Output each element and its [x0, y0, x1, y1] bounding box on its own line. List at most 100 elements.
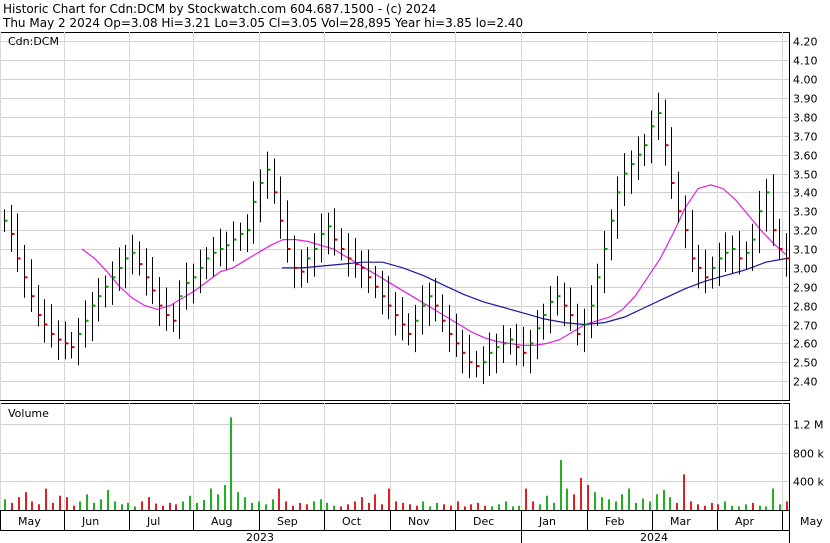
volume-bar: [11, 502, 13, 510]
volume-bar: [306, 504, 308, 510]
volume-bar: [134, 506, 136, 510]
volume-bar: [175, 504, 177, 510]
month-label: Aug: [211, 515, 232, 528]
volume-bar: [285, 501, 287, 510]
volume-bar: [361, 497, 363, 510]
price-tick-label: 2.70: [793, 320, 818, 333]
volume-bar: [347, 504, 349, 510]
volume-bar: [683, 474, 685, 510]
volume-bar: [498, 504, 500, 510]
volume-bar: [368, 502, 370, 510]
price-tick-label: 3.00: [793, 263, 818, 276]
price-tick-label: 3.30: [793, 206, 818, 219]
volume-bar: [45, 488, 47, 510]
volume-bar: [697, 504, 699, 510]
volume-bar: [31, 501, 33, 510]
volume-bar: [66, 497, 68, 510]
volume-bar: [155, 503, 157, 510]
volume-bar: [690, 501, 692, 510]
volume-bar: [141, 501, 143, 510]
month-label: Apr: [735, 515, 755, 528]
month-label: Oct: [342, 515, 362, 528]
volume-bar: [402, 502, 404, 510]
price-tick-label: 3.80: [793, 112, 818, 125]
price-tick-label: 2.60: [793, 338, 818, 351]
volume-bar: [374, 494, 376, 510]
month-label: May: [18, 515, 41, 528]
volume-bar: [217, 494, 219, 510]
volume-bar: [189, 495, 191, 510]
volume-bar: [395, 501, 397, 510]
volume-bar: [566, 488, 568, 510]
price-tick-label: 3.90: [793, 93, 818, 106]
volume-bar: [443, 504, 445, 510]
volume-bar: [470, 504, 472, 510]
volume-bar: [786, 501, 788, 510]
month-label: Feb: [605, 515, 624, 528]
volume-bar: [251, 502, 253, 510]
volume-bar: [779, 504, 781, 510]
volume-bar: [656, 494, 658, 510]
volume-bar: [717, 504, 719, 510]
volume-bar: [422, 501, 424, 510]
stock-chart: Historic Chart for Cdn:DCM by Stockwatch…: [0, 2, 824, 543]
volume-bar: [765, 506, 767, 510]
volume-bar: [450, 505, 452, 510]
volume-bar: [635, 502, 637, 510]
volume-bar: [107, 490, 109, 510]
volume-bar: [326, 502, 328, 510]
volume-bar: [738, 506, 740, 510]
volume-tick-label: 400 k: [793, 476, 824, 489]
price-grid: [0, 32, 790, 401]
price-tick-label: 3.20: [793, 225, 818, 238]
volume-bar: [272, 499, 274, 510]
volume-bar: [745, 504, 747, 510]
volume-bar: [237, 492, 239, 510]
price-tick-label: 2.90: [793, 282, 818, 295]
volume-bar: [711, 502, 713, 510]
volume-bar: [772, 488, 774, 510]
month-label: May: [800, 515, 823, 528]
chart-header-title: Historic Chart for Cdn:DCM by Stockwatch…: [3, 2, 436, 16]
volume-bar: [416, 505, 418, 510]
volume-bar: [121, 504, 123, 510]
volume-bar: [676, 502, 678, 510]
volume-bar: [436, 502, 438, 510]
price-tick-label: 2.80: [793, 301, 818, 314]
volume-bar: [196, 502, 198, 510]
month-label: Dec: [473, 515, 494, 528]
volume-bar: [615, 501, 617, 510]
volume-bar: [148, 497, 150, 510]
volume-bar: [169, 502, 171, 510]
volume-bar: [100, 499, 102, 510]
volume-bar: [525, 488, 527, 510]
price-tick-label: 4.10: [793, 55, 818, 68]
year-label-2024: 2024: [640, 531, 668, 543]
volume-bar: [18, 497, 20, 510]
volume-bar: [464, 506, 466, 510]
volume-bar: [505, 501, 507, 510]
volume-tick-label: 1.2 M: [793, 419, 823, 432]
volume-bar: [484, 505, 486, 510]
price-tick-label: 4.00: [793, 74, 818, 87]
volume-bar: [409, 504, 411, 510]
volume-bar: [333, 505, 335, 510]
volume-tick-label: 800 k: [793, 448, 824, 461]
volume-bar: [642, 498, 644, 510]
volume-bar: [38, 504, 40, 510]
volume-bar: [52, 502, 54, 510]
volume-panel-frame: [0, 403, 790, 511]
volume-bar: [539, 504, 541, 510]
volume-bar: [354, 501, 356, 510]
volume-bar: [731, 505, 733, 510]
volume-bar: [4, 499, 6, 510]
volume-bar: [127, 502, 129, 510]
volume-bar: [477, 502, 479, 510]
volume-bar: [313, 501, 315, 510]
price-tick-label: 4.20: [793, 36, 818, 49]
volume-panel-title: Volume: [8, 407, 49, 420]
volume-bar: [587, 485, 589, 510]
volume-bar: [669, 497, 671, 510]
volume-bar: [162, 505, 164, 510]
month-label: Sep: [277, 515, 298, 528]
